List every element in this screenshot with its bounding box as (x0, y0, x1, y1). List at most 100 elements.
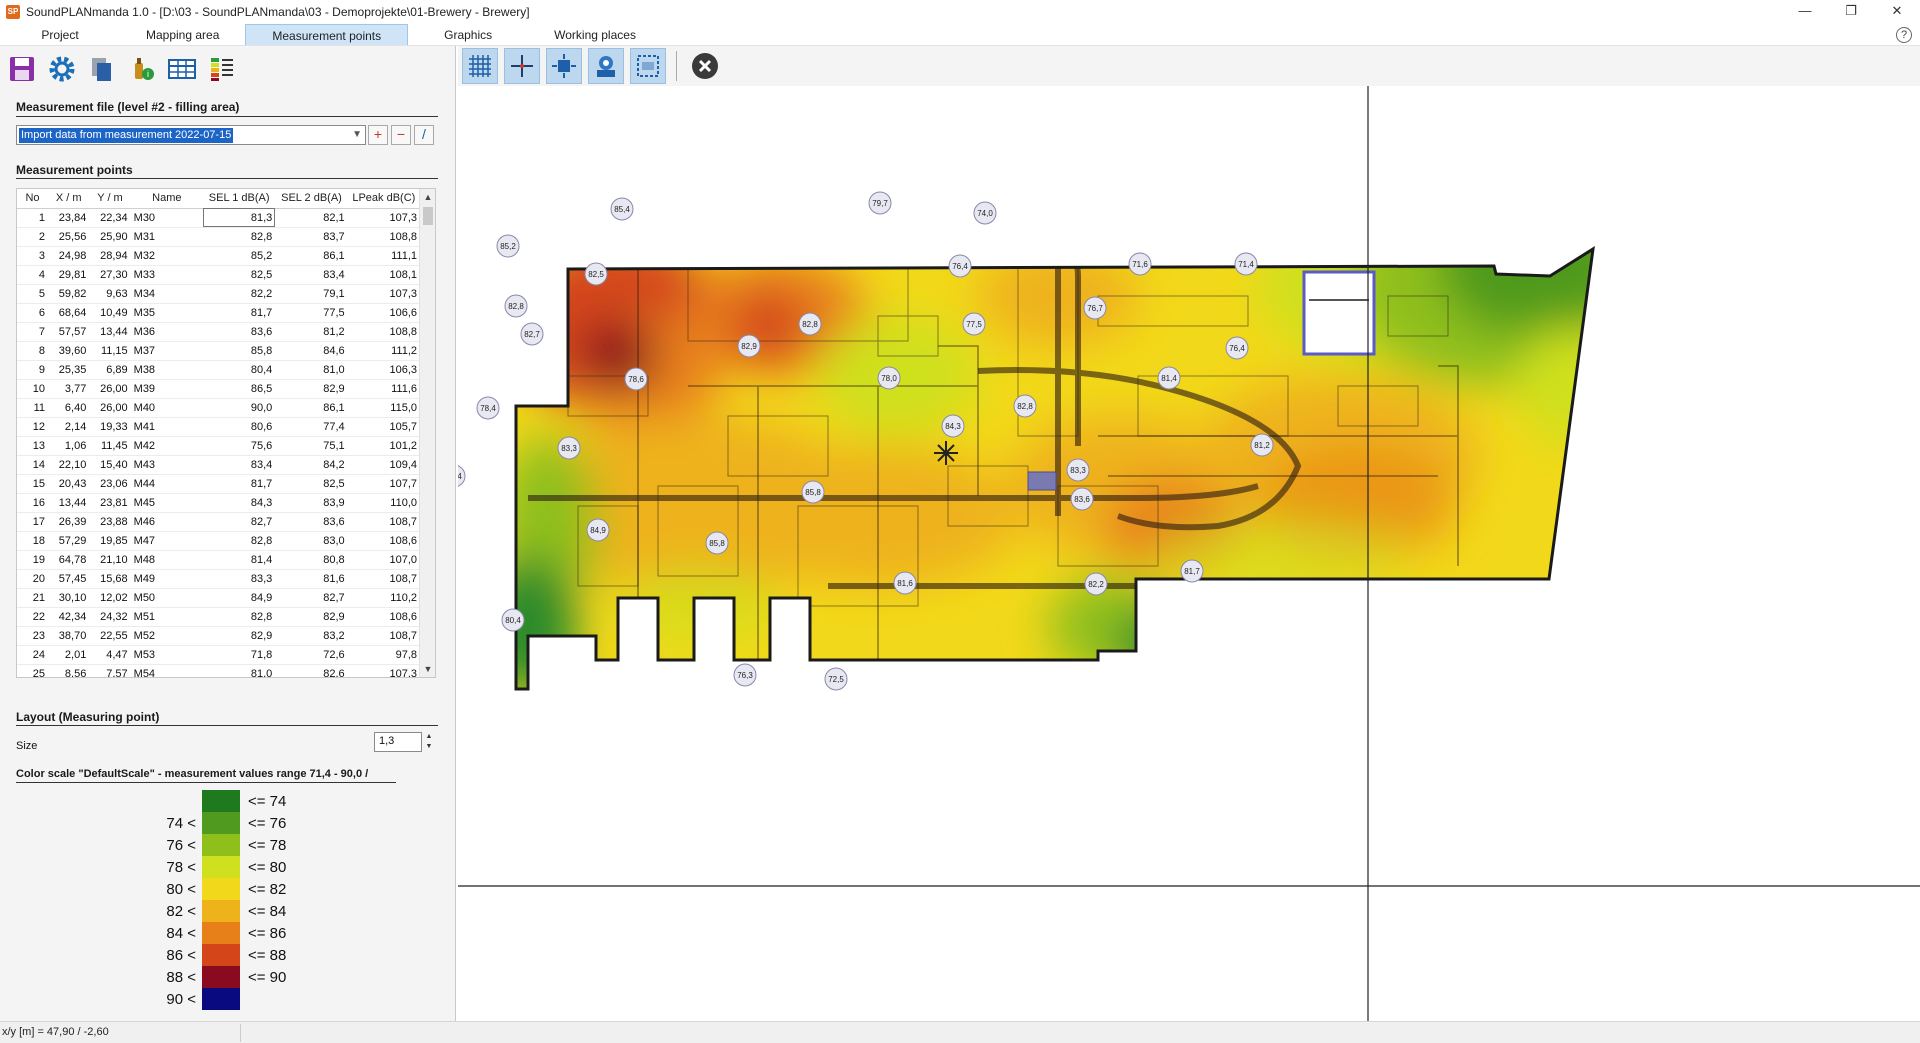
table-cell[interactable]: 86,5 (202, 379, 276, 399)
measurement-point-label[interactable]: 72,5 (824, 667, 848, 691)
table-cell[interactable]: 83,6 (202, 322, 276, 342)
table-cell[interactable]: 75,6 (202, 436, 276, 456)
tab-mapping-area[interactable]: Mapping area (120, 24, 245, 45)
table-cell[interactable]: M36 (130, 322, 203, 342)
size-spinner[interactable]: ▲ ▼ (424, 732, 434, 752)
table-cell[interactable]: M30 (130, 208, 203, 228)
bmp-frame-icon[interactable] (630, 48, 666, 84)
table-cell[interactable]: 83,3 (202, 569, 276, 589)
table-cell[interactable]: 86,1 (275, 246, 348, 266)
column-header[interactable]: X / m (48, 189, 90, 209)
table-cell[interactable]: 82,6 (275, 664, 348, 677)
measurement-point-label[interactable]: 71,4 (1234, 252, 1258, 276)
measurement-point-label[interactable]: 83,3 (1066, 458, 1090, 482)
table-cell[interactable]: 83,6 (275, 512, 348, 532)
table-cell[interactable]: 84,3 (202, 493, 276, 513)
measurement-point-label[interactable]: 82,5 (584, 262, 608, 286)
measurement-point-label[interactable]: 79,7 (868, 191, 892, 215)
column-header[interactable]: Name (130, 189, 203, 209)
table-cell[interactable]: 107,3 (347, 664, 420, 677)
table-icon[interactable] (166, 53, 198, 85)
table-cell[interactable]: 75,1 (275, 436, 348, 456)
measurement-point-label[interactable]: 82,8 (504, 294, 528, 318)
table-cell[interactable]: M44 (130, 474, 203, 494)
table-cell[interactable]: M48 (130, 550, 203, 570)
table-cell[interactable]: 86,1 (275, 398, 348, 418)
table-cell[interactable]: 107,3 (347, 284, 420, 304)
table-cell[interactable]: M45 (130, 493, 203, 513)
table-cell[interactable]: 82,8 (202, 607, 276, 627)
measurement-point-label[interactable]: 85,8 (801, 480, 825, 504)
tab-working-places[interactable]: Working places (528, 24, 662, 45)
settings-gear-icon[interactable] (46, 53, 78, 85)
measurement-point-label[interactable]: 82,2 (1084, 572, 1108, 596)
copy-icon[interactable] (86, 53, 118, 85)
table-cell[interactable]: 80,6 (202, 417, 276, 437)
column-header[interactable]: Y / m (89, 189, 131, 209)
bottle-info-icon[interactable]: i (126, 53, 158, 85)
table-cell[interactable]: 111,1 (347, 246, 420, 266)
table-row[interactable]: 12 2,14 19,33 M41 80,6 77,4 105,7 (17, 417, 420, 437)
table-row[interactable]: 6 68,64 10,49 M35 81,7 77,5 106,6 (17, 303, 420, 323)
table-cell[interactable]: 107,3 (347, 208, 420, 228)
table-row[interactable]: 15 20,43 23,06 M44 81,7 82,5 107,7 (17, 474, 420, 494)
table-scrollbar[interactable]: ▲ ▼ (419, 189, 435, 677)
close-window-button[interactable]: ✕ (1874, 0, 1920, 24)
table-cell[interactable]: 105,7 (347, 417, 420, 437)
table-row[interactable]: 18 57,29 19,85 M47 82,8 83,0 108,6 (17, 531, 420, 551)
measurement-point-label[interactable]: 76,4 (948, 254, 972, 278)
table-cell[interactable]: M41 (130, 417, 203, 437)
minimize-button[interactable]: — (1782, 0, 1828, 24)
table-cell[interactable]: 82,9 (275, 379, 348, 399)
table-cell[interactable]: 84,2 (275, 455, 348, 475)
table-cell[interactable]: 77,5 (275, 303, 348, 323)
table-row[interactable]: 5 59,82 9,63 M34 82,2 79,1 107,3 (17, 284, 420, 304)
table-cell[interactable]: 77,4 (275, 417, 348, 437)
table-cell[interactable]: 108,8 (347, 227, 420, 247)
table-cell[interactable]: 82,9 (202, 626, 276, 646)
measurement-point-label[interactable]: 81,7 (1180, 559, 1204, 583)
table-cell[interactable]: 106,6 (347, 303, 420, 323)
table-cell[interactable]: 84,9 (202, 588, 276, 608)
table-cell[interactable]: 111,6 (347, 379, 420, 399)
tab-measurement-points[interactable]: Measurement points (245, 24, 409, 45)
table-cell[interactable]: M49 (130, 569, 203, 589)
table-cell[interactable]: 82,5 (275, 474, 348, 494)
measurement-point-label[interactable]: 85,2 (496, 234, 520, 258)
table-row[interactable]: 1 23,84 22,34 M30 81,3 82,1 107,3 (17, 208, 420, 228)
noise-map-canvas[interactable]: 84,686,985,285,479,774,076,471,671,486,5… (458, 86, 1920, 1021)
measurement-point-label[interactable]: 83,6 (1070, 487, 1094, 511)
scroll-thumb[interactable] (423, 207, 433, 225)
table-row[interactable]: 10 3,77 26,00 M39 86,5 82,9 111,6 (17, 379, 420, 399)
table-cell[interactable]: 108,7 (347, 512, 420, 532)
table-cell[interactable]: M53 (130, 645, 203, 665)
table-cell[interactable]: M51 (130, 607, 203, 627)
table-cell[interactable]: 110,2 (347, 588, 420, 608)
measurement-point-label[interactable]: 85,8 (705, 531, 729, 555)
table-cell[interactable]: 108,1 (347, 265, 420, 285)
table-cell[interactable]: 81,6 (275, 569, 348, 589)
selected-point-marker[interactable] (1027, 471, 1057, 491)
table-cell[interactable]: 81,7 (202, 474, 276, 494)
table-cell[interactable]: 81,4 (202, 550, 276, 570)
remove-file-button[interactable]: − (391, 125, 411, 145)
table-cell[interactable]: 79,1 (275, 284, 348, 304)
color-scale-icon[interactable] (206, 53, 238, 85)
measurement-point-label[interactable]: 81,4 (1157, 366, 1181, 390)
table-cell[interactable]: 84,6 (275, 341, 348, 361)
table-cell[interactable]: 106,3 (347, 360, 420, 380)
measurement-point-label[interactable]: 78,6 (624, 367, 648, 391)
table-row[interactable]: 19 64,78 21,10 M48 81,4 80,8 107,0 (17, 550, 420, 570)
column-header[interactable]: LPeak dB(C) (347, 189, 420, 209)
size-input[interactable]: 1,3 (374, 732, 422, 752)
table-row[interactable]: 14 22,10 15,40 M43 83,4 84,2 109,4 (17, 455, 420, 475)
table-cell[interactable]: 83,4 (202, 455, 276, 475)
table-cell[interactable]: 83,7 (275, 227, 348, 247)
scroll-up-icon[interactable]: ▲ (420, 189, 435, 205)
table-cell[interactable]: M47 (130, 531, 203, 551)
table-cell[interactable]: M35 (130, 303, 203, 323)
measurement-point-label[interactable]: 76,4 (1225, 336, 1249, 360)
table-cell[interactable]: 108,7 (347, 626, 420, 646)
table-cell[interactable]: 83,0 (275, 531, 348, 551)
measurement-point-label[interactable]: 82,8 (1013, 394, 1037, 418)
